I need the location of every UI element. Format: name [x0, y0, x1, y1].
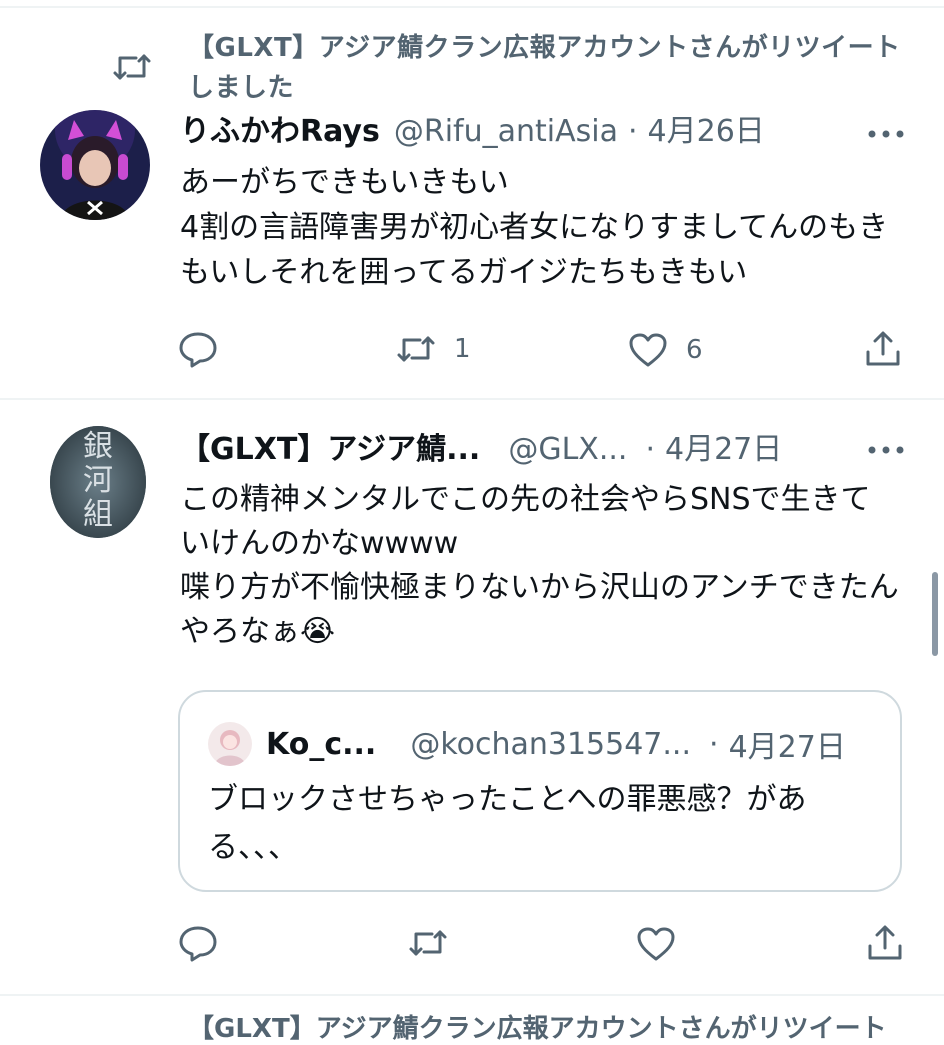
tweet-date[interactable]: 4月26日 [648, 112, 765, 152]
retweet-icon [112, 50, 152, 84]
share-icon [866, 331, 900, 366]
tweet-date: 4月27日 [728, 730, 846, 765]
reply-button[interactable] [178, 924, 218, 962]
avatar [208, 722, 252, 766]
retweet-icon [409, 930, 447, 956]
retweet-button[interactable]: 1 [396, 332, 471, 366]
retweet-button[interactable] [408, 926, 448, 960]
more-options-icon[interactable] [866, 124, 906, 144]
reply-icon [179, 926, 217, 962]
avatar[interactable] [40, 110, 150, 220]
separator-dot: · [709, 726, 719, 762]
retweet-context-text: 【GLXT】アジア鯖クラン広報アカウントさんがリツイートしました [188, 33, 901, 103]
separator-dot: · [645, 432, 655, 467]
heart-icon [637, 927, 675, 961]
top-divider [0, 6, 944, 8]
more-options-icon[interactable] [866, 440, 906, 460]
tweet-header: りふかわRays @Rifu_antiAsia · 4月26日 [180, 112, 765, 152]
tweet-header: 【GLXT】アジア鯖... @GLX... · 4月27日 [180, 430, 782, 470]
tweet-divider [0, 994, 944, 996]
separator-dot: · [627, 114, 638, 149]
tweet-text: この精神メンタルでこの先の社会やらSNSで生きていけんのかなwwww 喋り方が不… [180, 482, 899, 649]
share-icon [868, 925, 902, 960]
scrollbar[interactable] [932, 572, 938, 656]
handle[interactable]: @GLX... [508, 430, 627, 470]
avatar-text: 銀河組 [83, 429, 113, 532]
quoted-tweet[interactable]: Ko_c... @kochan315547... · 4月27日 ブロックさせち… [178, 690, 902, 892]
quoted-tweet-header: Ko_c... @kochan315547... · 4月27日 [208, 722, 846, 766]
retweet-context[interactable]: 【GLXT】アジア鯖クラン広報アカウントさんがリツイートしました [112, 28, 912, 108]
display-name[interactable]: りふかわRays [180, 112, 380, 152]
like-button[interactable]: 6 [628, 332, 703, 368]
reply-icon [179, 332, 217, 368]
display-name: Ko_c... [266, 726, 377, 762]
tweet-divider [0, 398, 944, 400]
like-button[interactable] [636, 926, 676, 962]
next-retweet-context[interactable]: 【GLXT】アジア鯖クラン広報アカウントさんがリツイート [188, 1008, 887, 1045]
heart-icon [629, 333, 667, 367]
display-name[interactable]: 【GLXT】アジア鯖... [180, 430, 480, 470]
reply-button[interactable] [178, 330, 218, 368]
quoted-tweet-text: ブロックさせちゃったことへの罪悪感？がある、、、 [208, 782, 807, 865]
handle: @kochan315547... [410, 726, 692, 762]
tweet-text: あーがちできもいきもい 4割の言語障害男が初心者女になりすましてんのもきもいしそ… [180, 165, 889, 290]
retweet-icon [397, 336, 435, 362]
like-count: 6 [686, 335, 703, 365]
retweet-count: 1 [454, 334, 471, 364]
share-button[interactable] [866, 924, 904, 962]
handle[interactable]: @Rifu_antiAsia [394, 112, 618, 152]
tweet-date[interactable]: 4月27日 [665, 430, 782, 470]
share-button[interactable] [864, 330, 902, 368]
